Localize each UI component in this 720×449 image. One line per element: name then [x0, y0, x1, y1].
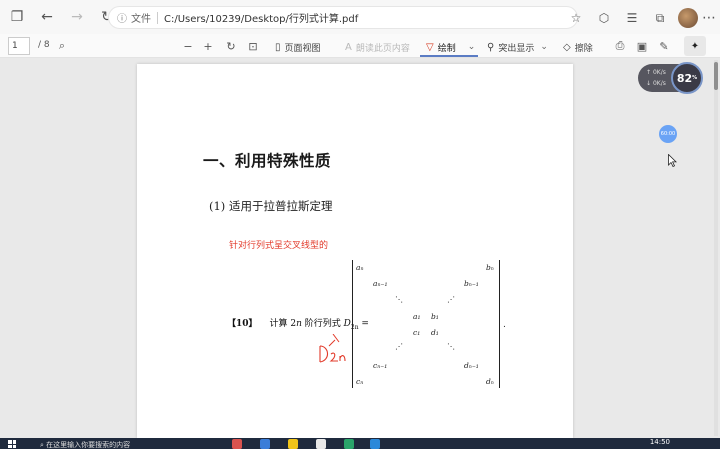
pin-toolbar-icon[interactable]: ✦: [684, 36, 706, 56]
erase-button[interactable]: ◇ 擦除: [563, 39, 593, 55]
taskbar-search-text: 在这里输入你要搜索的内容: [46, 441, 131, 449]
highlight-button[interactable]: ⚲ 突出显示 ⌄: [487, 39, 548, 55]
entry-c-n: cₙ: [356, 377, 364, 386]
example-text: 计算 2: [269, 319, 297, 329]
collections-icon[interactable]: ⧉: [648, 6, 672, 30]
entry-b-1: b₁: [431, 312, 439, 321]
browser-address-row: ❐ ← → ↻ ⌂ ⓘ 文件 C:/Users/10239/Desktop/行列…: [0, 0, 720, 34]
example-number: 【10】: [227, 319, 258, 329]
entry-a-n: aₙ: [356, 263, 364, 272]
entry-d-n1: dₙ₋₁: [464, 361, 479, 370]
download-speed-value: 0K/s: [652, 80, 666, 87]
taskbar-app-4-icon[interactable]: [316, 439, 326, 449]
sub-heading: (1) 适用于拉普拉斯定理: [209, 199, 333, 213]
read-aloud-icon: A: [345, 41, 352, 53]
draw-label: 绘制: [437, 43, 456, 54]
favorite-add-icon[interactable]: ☆: [564, 6, 588, 30]
entry-d-n: dₙ: [486, 377, 494, 386]
taskbar-folder-icon[interactable]: [288, 439, 298, 449]
extension-icon[interactable]: ⬡: [592, 6, 616, 30]
draw-active-indicator: [420, 55, 478, 57]
memory-usage-circle[interactable]: 82%: [671, 62, 703, 94]
draw-dropdown-icon[interactable]: ⌄: [468, 42, 476, 52]
avatar[interactable]: [678, 8, 698, 28]
page-total: / 8: [38, 40, 50, 50]
section-heading: 一、利用特殊性质: [203, 151, 332, 170]
page-view-icon: ▯: [275, 41, 281, 53]
page-view-label: 页面视图: [284, 43, 321, 54]
red-note: 针对行列式呈交叉线型的: [229, 241, 329, 251]
draw-button[interactable]: ▽ 绘制 ⌄: [426, 39, 475, 55]
save-icon[interactable]: ▣: [634, 38, 650, 54]
memory-percent-unit: %: [692, 75, 698, 81]
favorites-icon[interactable]: ☰: [620, 6, 644, 30]
erase-label: 擦除: [574, 43, 593, 54]
read-aloud-button[interactable]: A 朗读此页内容: [345, 39, 410, 55]
page-view-button[interactable]: ▯ 页面视图: [275, 39, 321, 55]
determinant-right-bar: [499, 260, 500, 388]
handwritten-annotation: [319, 334, 346, 363]
print-icon[interactable]: ⎙: [612, 38, 628, 54]
floating-timer-text: 60:00: [660, 131, 676, 137]
taskbar-edge-icon[interactable]: [370, 439, 380, 449]
eraser-icon: ◇: [563, 41, 571, 53]
memory-percent: 82: [676, 71, 693, 85]
entry-a-1: a₁: [413, 312, 421, 321]
read-aloud-label: 朗读此页内容: [355, 43, 410, 54]
address-divider: [157, 11, 158, 24]
entry-b-n1: bₙ₋₁: [464, 279, 479, 288]
windows-start-icon[interactable]: [8, 440, 16, 448]
taskbar-app-5-icon[interactable]: [344, 439, 354, 449]
entry-c-1: c₁: [413, 328, 421, 337]
diag-dots-4: ⋱: [447, 342, 455, 351]
entry-c-n1: cₙ₋₁: [373, 361, 388, 370]
pdf-page: 一、利用特殊性质 (1) 适用于拉普拉斯定理 针对行列式呈交叉线型的 【10】 计…: [137, 64, 573, 438]
info-icon: ⓘ: [117, 14, 127, 25]
browser-actions: ☆ ⬡ ☰ ⧉ ⋯: [560, 6, 720, 30]
forward-icon[interactable]: →: [64, 4, 90, 30]
diag-dots-1: ⋱: [395, 295, 403, 304]
address-bar[interactable]: ⓘ 文件 C:/Users/10239/Desktop/行列式计算.pdf: [108, 6, 578, 29]
entry-d-1: d₁: [431, 328, 439, 337]
entry-b-n: bₙ: [486, 263, 494, 272]
address-scheme-label: 文件: [131, 14, 151, 25]
taskbar-app-1-icon[interactable]: [232, 439, 242, 449]
vertical-scrollbar[interactable]: [714, 60, 718, 436]
example-eq: =: [358, 319, 369, 329]
example-text2: 阶行列式: [301, 319, 344, 329]
save-as-icon[interactable]: ✎: [656, 38, 672, 54]
zoom-in-icon[interactable]: +: [200, 38, 216, 54]
floating-timer-button[interactable]: 60:00: [659, 125, 677, 143]
diag-dots-2: ⋰: [395, 342, 403, 351]
scrollbar-thumb[interactable]: [714, 62, 718, 90]
highlight-dropdown-icon[interactable]: ⌄: [540, 42, 548, 52]
draw-icon: ▽: [426, 41, 434, 53]
page-number-input[interactable]: 1: [8, 37, 30, 55]
highlight-icon: ⚲: [487, 41, 495, 53]
fit-page-icon[interactable]: ⊡: [245, 38, 261, 54]
sentence-period: .: [503, 320, 506, 330]
search-icon[interactable]: ⌕: [54, 38, 70, 54]
more-menu-icon[interactable]: ⋯: [698, 10, 720, 26]
rotate-icon[interactable]: ↻: [223, 38, 239, 54]
upload-speed-value: 0K/s: [652, 69, 666, 76]
example-d: D: [343, 319, 351, 329]
taskbar-search[interactable]: ⌕ 在这里输入你要搜索的内容: [40, 440, 130, 449]
pdf-toolbar: 1 / 8 ⌕ − + ↻ ⊡ ▯ 页面视图 A 朗读此页内容 ▽ 绘制 ⌄ ⚲…: [0, 34, 720, 58]
taskbar-app-2-icon[interactable]: [260, 439, 270, 449]
download-speed: ↓ 0K/s: [646, 80, 666, 87]
taskbar-clock[interactable]: 14:50: [650, 438, 670, 446]
address-url: C:/Users/10239/Desktop/行列式计算.pdf: [164, 14, 359, 25]
back-icon[interactable]: ←: [34, 4, 60, 30]
mouse-cursor-icon: [668, 154, 677, 167]
taskbar: ⌕ 在这里输入你要搜索的内容 14:50: [0, 438, 720, 449]
zoom-out-icon[interactable]: −: [180, 38, 196, 54]
entry-a-n1: aₙ₋₁: [373, 279, 388, 288]
example-label: 【10】 计算 2n 阶行列式 D2n =: [227, 316, 369, 331]
diag-dots-3: ⋰: [447, 295, 455, 304]
sidebar-toggle-icon[interactable]: ❐: [4, 4, 30, 30]
upload-speed: ↑ 0K/s: [646, 69, 666, 76]
highlight-label: 突出显示: [498, 43, 535, 54]
